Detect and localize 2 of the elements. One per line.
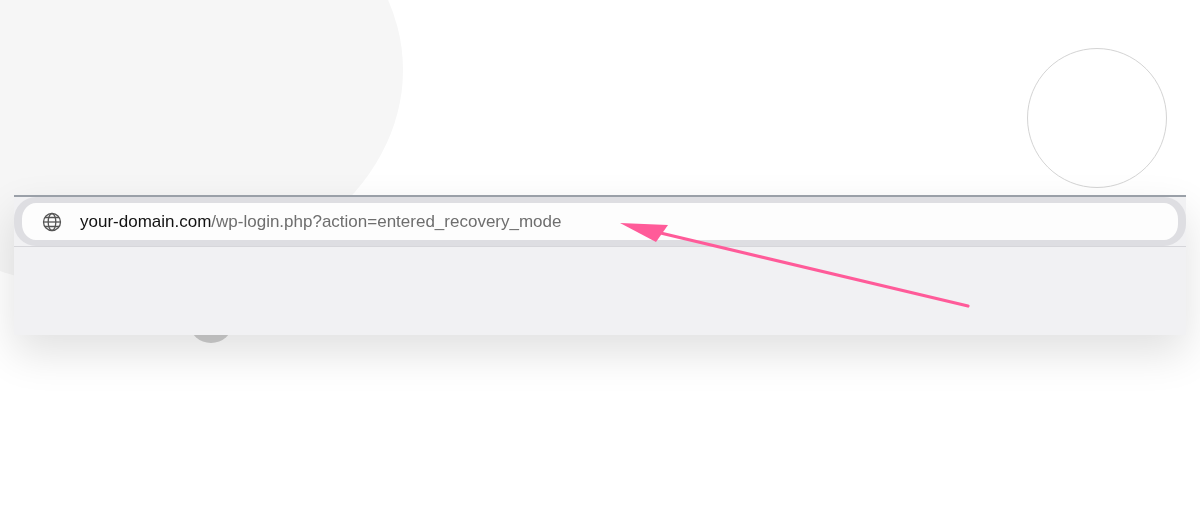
globe-icon [42, 211, 62, 232]
address-field[interactable]: your-domain.com/wp-login.php?action=entered_recovery_mode [14, 197, 1186, 246]
